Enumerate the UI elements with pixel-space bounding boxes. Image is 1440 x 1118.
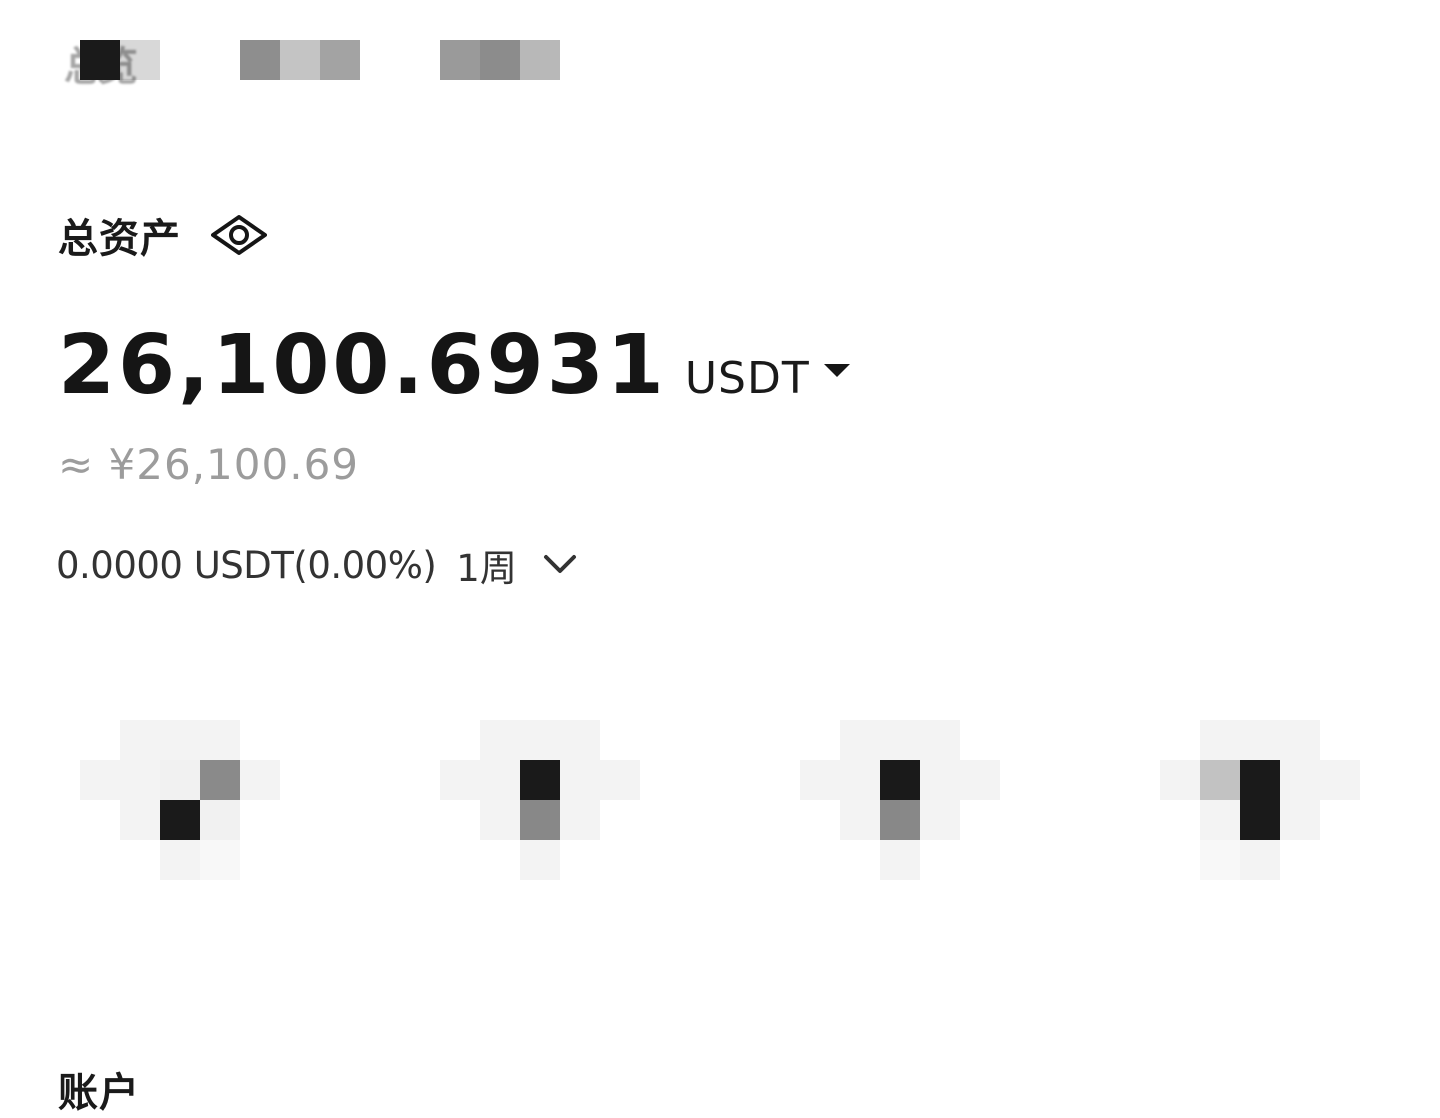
caret-down-icon (823, 364, 850, 377)
pnl-value: 0.0000 USDT(0.00%) (56, 543, 437, 587)
tab-pixelated-3[interactable] (440, 40, 560, 80)
tab-overview[interactable]: 总览 (64, 40, 160, 90)
period-label: 1周 (456, 547, 517, 590)
currency-label: USDT (684, 353, 810, 404)
balance-row: 26,100.6931 USDT (58, 318, 850, 413)
period-select[interactable]: 1周 (456, 538, 577, 592)
quick-action-2[interactable] (440, 720, 640, 880)
pnl-row: 0.0000 USDT(0.00%) 1周 (56, 540, 577, 590)
total-assets-title: 总资产 (58, 216, 181, 262)
fiat-equivalent: ≈ ¥26,100.69 (58, 440, 360, 489)
quick-action-1[interactable] (80, 720, 280, 880)
accounts-title: 账户 (58, 1070, 140, 1116)
toggle-visibility-button[interactable] (211, 212, 267, 258)
total-balance-value: 26,100.6931 (58, 318, 667, 413)
total-assets-header: 总资产 (58, 205, 267, 265)
eye-icon (211, 215, 267, 255)
chevron-down-icon (543, 554, 577, 576)
tab-pixelated-2[interactable] (240, 40, 360, 80)
quick-action-4[interactable] (1160, 720, 1360, 880)
currency-select[interactable]: USDT (685, 353, 850, 404)
quick-action-3[interactable] (800, 720, 1000, 880)
